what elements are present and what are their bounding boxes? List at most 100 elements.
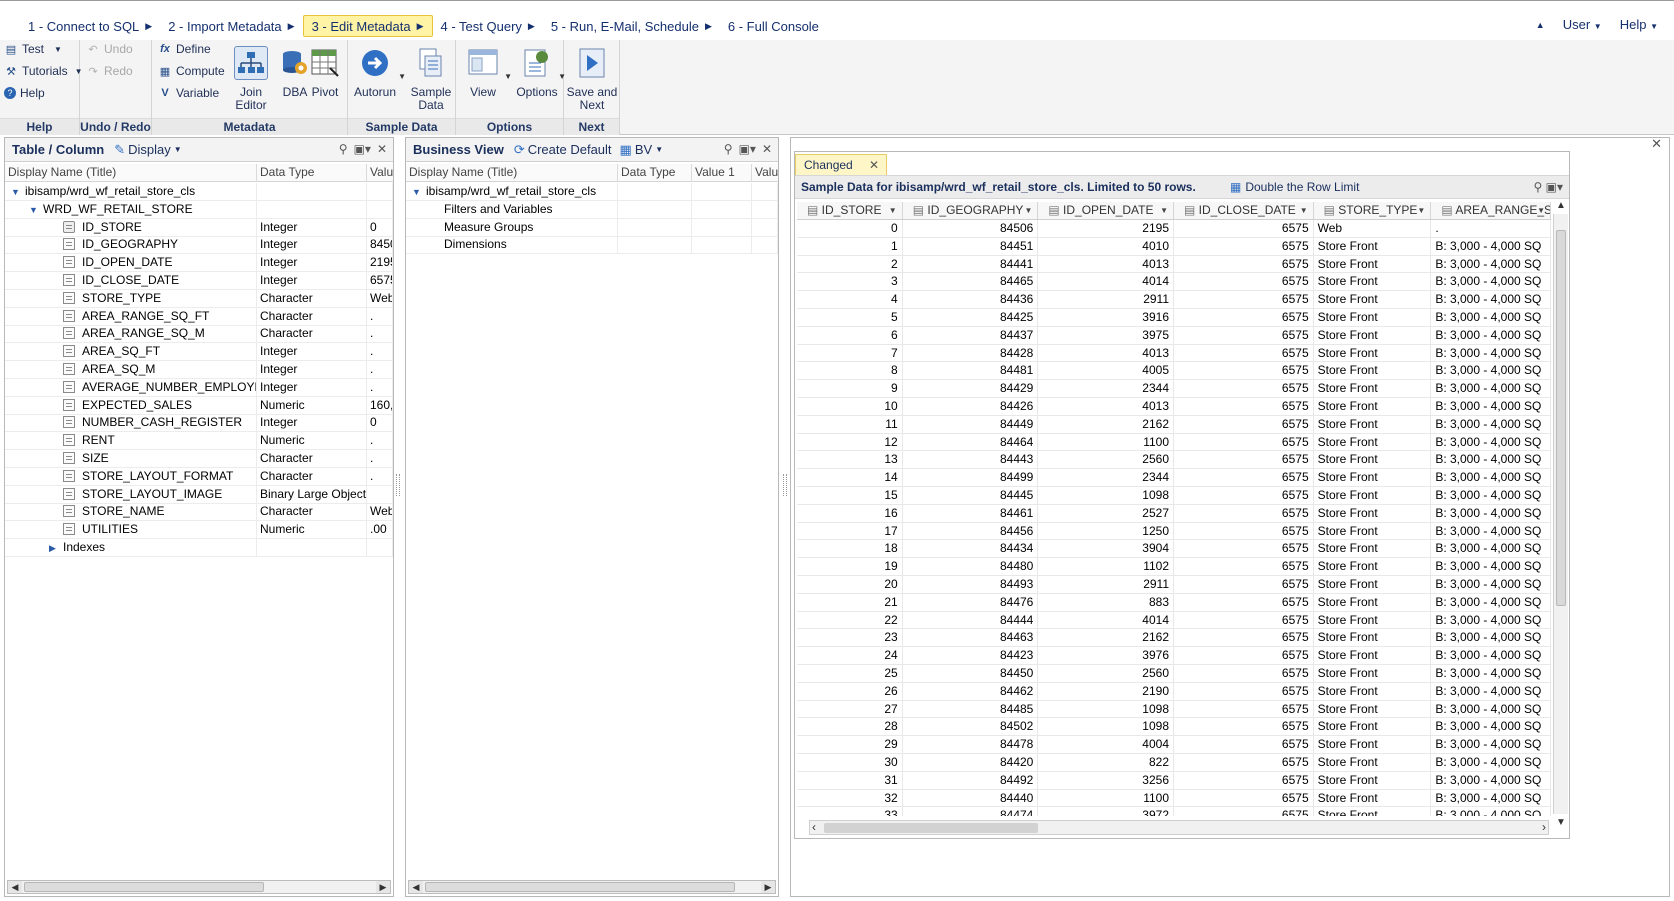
help-menu[interactable]: Help ▼	[1620, 17, 1658, 32]
sample-hscrollbar[interactable]: ‹ ›	[809, 820, 1549, 835]
col-display-name[interactable]: Display Name (Title)	[406, 164, 618, 181]
close-icon[interactable]: ✕	[377, 142, 387, 156]
workflow-step-5[interactable]: 5 - Run, E-Mail, Schedule ▶	[543, 15, 720, 37]
table-row[interactable]: 17 84456 1250 6575 Store Front B: 3,000 - 4,0…	[797, 522, 1551, 541]
table-row[interactable]: 27 84485 1098 6575 Store Front B: 3,000 - 4,0…	[797, 700, 1551, 719]
find-icon[interactable]: ⚲	[1533, 180, 1542, 194]
field-row[interactable]: ID_OPEN_DATE Integer 2195	[5, 254, 393, 273]
table-row[interactable]: 30 84420 822 6575 Store Front B: 3,000 - 4,00…	[797, 753, 1551, 772]
table-row[interactable]: 24 84423 3976 6575 Store Front B: 3,000 - 4,0…	[797, 647, 1551, 665]
sample-data-button[interactable]: Sample Data	[404, 44, 458, 118]
table-row[interactable]: 7 84428 4013 6575 Store Front B: 3,000 - 4,00…	[797, 344, 1551, 363]
user-menu[interactable]: User ▼	[1563, 17, 1602, 32]
table-row[interactable]: 19 84480 1102 6575 Store Front B: 3,000 - 4,0…	[797, 558, 1551, 576]
close-panel-icon[interactable]: ✕	[1651, 136, 1662, 152]
expand-down-icon[interactable]: ▼	[412, 184, 426, 200]
scroll-right-icon[interactable]: ›	[1542, 821, 1546, 834]
bv-item[interactable]: Measure Groups	[406, 218, 778, 237]
scroll-down-icon[interactable]: ▼	[1554, 817, 1568, 828]
table-row[interactable]: 6 84437 3975 6575 Store Front B: 3,000 - 4,00…	[797, 326, 1551, 345]
table-row[interactable]: 23 84463 2162 6575 Store Front B: 3,000 - 4,0…	[797, 629, 1551, 648]
view-options-icon[interactable]: ▣▾	[1546, 180, 1563, 194]
column-dropdown-icon[interactable]: ▼	[1417, 202, 1425, 219]
field-row[interactable]: EXPECTED_SALES Numeric 160,	[5, 396, 393, 415]
table-row[interactable]: 14 84499 2344 6575 Store Front B: 3,000 - 4,0…	[797, 469, 1551, 487]
column-dropdown-icon[interactable]: ▼	[1160, 202, 1168, 219]
table-row[interactable]: 32 84440 1100 6575 Store Front B: 3,000 - 4,0…	[797, 789, 1551, 808]
table-row[interactable]: 0 84506 2195 6575 Web.	[797, 220, 1551, 238]
options-button[interactable]: Options ▼	[510, 44, 566, 118]
bv-item[interactable]: Dimensions	[406, 236, 778, 255]
middle-hscrollbar[interactable]: ◀ ▶	[408, 880, 776, 894]
grid-col-header[interactable]: ▤ STORE_TYPE ▼	[1314, 202, 1432, 219]
tree-root[interactable]: ▼ ibisamp/wrd_wf_retail_store_cls	[5, 183, 393, 201]
field-row[interactable]: AREA_SQ_M Integer.	[5, 361, 393, 379]
table-row[interactable]: 25 84450 2560 6575 Store Front B: 3,000 - 4,0…	[797, 664, 1551, 683]
col-value[interactable]: Valu	[367, 164, 393, 181]
field-row[interactable]: AVERAGE_NUMBER_EMPLOYEES Integer.	[5, 378, 393, 397]
col-value-1[interactable]: Value 1	[692, 164, 752, 181]
variable-button[interactable]: V Variable	[158, 86, 219, 100]
table-row[interactable]: 3 84465 4014 6575 Store Front B: 3,000 - 4,00…	[797, 273, 1551, 292]
table-row[interactable]: 9 84429 2344 6575 Store Front B: 3,000 - 4,00…	[797, 380, 1551, 398]
create-default-button[interactable]: ⟳ Create Default	[514, 142, 612, 158]
table-row[interactable]: 29 84478 4004 6575 Store Front B: 3,000 - 4,0…	[797, 736, 1551, 754]
col-data-type[interactable]: Data Type	[618, 164, 692, 181]
bv-menu[interactable]: ▦ BV ▼	[620, 142, 664, 158]
left-hscrollbar[interactable]: ◀ ▶	[7, 880, 391, 894]
expand-right-icon[interactable]: ▶	[49, 540, 63, 556]
save-and-next-button[interactable]: Save and Next	[565, 44, 619, 118]
col-data-type[interactable]: Data Type	[257, 164, 367, 181]
table-row[interactable]: 31 84492 3256 6575 Store Front B: 3,000 - 4,0…	[797, 771, 1551, 790]
table-row[interactable]: 13 84443 2560 6575 Store Front B: 3,000 - 4,0…	[797, 451, 1551, 470]
collapse-icon[interactable]: ▲	[1536, 20, 1545, 30]
table-row[interactable]: 5 84425 3916 6575 Store Front B: 3,000 - 4,00…	[797, 308, 1551, 327]
column-dropdown-icon[interactable]: ▼	[889, 202, 897, 219]
workflow-step-2[interactable]: 2 - Import Metadata ▶	[160, 15, 302, 37]
field-row[interactable]: STORE_TYPE Character Web	[5, 289, 393, 308]
table-row[interactable]: 16 84461 2527 6575 Store Front B: 3,000 - 4,0…	[797, 504, 1551, 523]
grid-col-header[interactable]: ▤ ID_GEOGRAPHY ▼	[903, 202, 1039, 219]
bv-item[interactable]: Filters and Variables	[406, 200, 778, 219]
scroll-left-icon[interactable]: ‹	[812, 821, 816, 834]
grid-col-header[interactable]: ▤ ID_OPEN_DATE ▼	[1038, 202, 1174, 219]
table-row[interactable]: 33 84474 3972 6575 Store Front B: 3,000 - 4,0…	[797, 807, 1551, 816]
view-options-icon[interactable]: ▣▾	[354, 142, 371, 156]
left-splitter[interactable]	[396, 474, 400, 496]
compute-button[interactable]: ▦ Compute	[158, 64, 225, 78]
tutorials-button[interactable]: ⚒ Tutorials ▼	[4, 64, 82, 78]
column-dropdown-icon[interactable]: ▼	[1537, 202, 1545, 219]
table-row[interactable]: 1 84451 4010 6575 Store Front B: 3,000 - 4,00…	[797, 237, 1551, 256]
table-row[interactable]: 2 84441 4013 6575 Store Front B: 3,000 - 4,00…	[797, 255, 1551, 274]
table-row[interactable]: 20 84493 2911 6575 Store Front B: 3,000 - 4,0…	[797, 575, 1551, 594]
scroll-left-icon[interactable]: ◀	[8, 881, 22, 893]
field-row[interactable]: AREA_SQ_FT Integer.	[5, 343, 393, 362]
close-icon[interactable]: ✕	[762, 142, 772, 156]
pivot-button[interactable]: Pivot	[298, 44, 352, 118]
field-row[interactable]: UTILITIES Numeric .00	[5, 521, 393, 540]
expand-down-icon[interactable]: ▼	[11, 184, 25, 200]
field-row[interactable]: RENT Numeric.	[5, 432, 393, 451]
find-icon[interactable]: ⚲	[339, 142, 348, 156]
sample-vscrollbar[interactable]: ▲ ▼	[1553, 200, 1568, 828]
middle-splitter[interactable]	[783, 474, 787, 496]
view-options-icon[interactable]: ▣▾	[739, 142, 756, 156]
table-row[interactable]: 22 84444 4014 6575 Store Front B: 3,000 - 4,0…	[797, 611, 1551, 630]
left-hscroll-thumb[interactable]	[24, 882, 264, 892]
undo-button[interactable]: ↶ Undo	[86, 42, 132, 56]
workflow-step-4[interactable]: 4 - Test Query ▶	[433, 15, 543, 37]
tab-changed[interactable]: Changed ✕	[795, 154, 887, 175]
test-button[interactable]: ▤ Test ▼	[4, 42, 62, 56]
col-value[interactable]: Valu	[752, 164, 778, 181]
field-row[interactable]: ID_STORE Integer 0	[5, 218, 393, 237]
scroll-left-icon[interactable]: ◀	[409, 881, 423, 893]
field-row[interactable]: AREA_RANGE_SQ_M Character.	[5, 325, 393, 344]
scroll-up-icon[interactable]: ▲	[1554, 200, 1568, 211]
tree-segment[interactable]: ▼ WRD_WF_RETAIL_STORE	[5, 200, 393, 219]
scroll-right-icon[interactable]: ▶	[761, 881, 775, 893]
table-row[interactable]: 21 84476 883 6575 Store Front B: 3,000 - 4,00…	[797, 593, 1551, 612]
table-row[interactable]: 12 84464 1100 6575 Store Front B: 3,000 - 4,0…	[797, 433, 1551, 452]
table-row[interactable]: 15 84445 1098 6575 Store Front B: 3,000 - 4,0…	[797, 486, 1551, 505]
help-button[interactable]: ? Help	[4, 86, 45, 100]
field-row[interactable]: ID_GEOGRAPHY Integer 8450	[5, 236, 393, 255]
